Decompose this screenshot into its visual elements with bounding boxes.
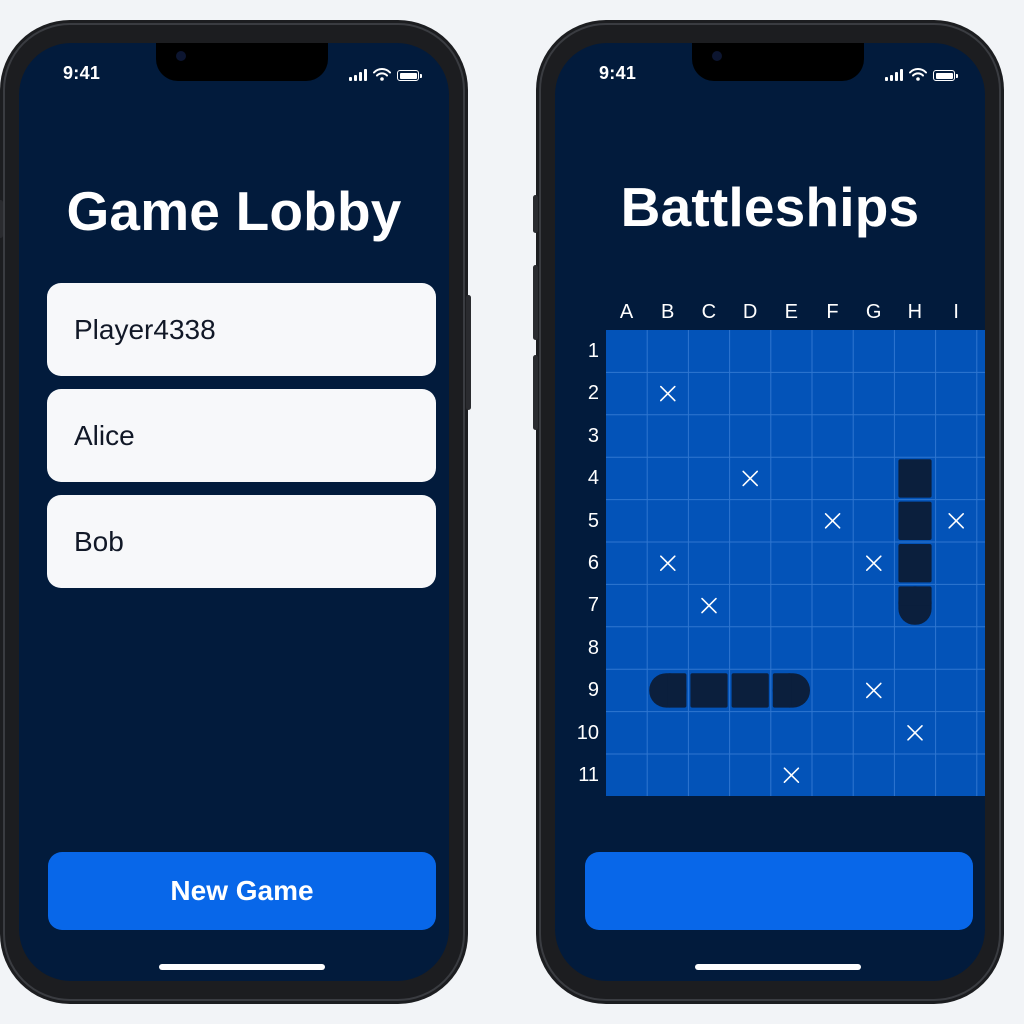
camera-dot [176, 51, 186, 61]
battery-icon [397, 70, 422, 81]
row-label: 3 [587, 424, 599, 447]
ship-segment [898, 501, 932, 540]
column-label: A [619, 301, 634, 323]
player-name: Bob [74, 525, 124, 557]
mute-switch [0, 200, 3, 238]
notch [156, 43, 328, 81]
ship-segment [772, 673, 792, 708]
power-button [466, 295, 471, 410]
column-label: J [977, 301, 985, 324]
row-label: 7 [587, 594, 599, 617]
wifi-icon [909, 68, 927, 81]
camera-dot [712, 51, 722, 61]
row-label: 2 [587, 382, 599, 405]
row-label: 11 [578, 764, 599, 786]
game-board[interactable] [606, 330, 985, 797]
home-indicator[interactable] [695, 964, 861, 970]
column-label: E [784, 301, 798, 323]
column-label: B [661, 301, 675, 323]
status-time: 9:41 [63, 63, 101, 83]
row-label: 4 [587, 467, 599, 490]
ship-segment [667, 673, 687, 708]
ship-segment [898, 459, 932, 498]
wifi-icon [373, 68, 391, 81]
action-button[interactable] [585, 852, 973, 930]
status-icons [885, 67, 958, 81]
column-label: H [907, 301, 923, 323]
row-label: 8 [587, 636, 599, 659]
ship-segment [898, 586, 932, 606]
ship-segment [731, 673, 769, 708]
row-label: 9 [587, 679, 599, 702]
ship-segment [898, 544, 932, 583]
notch [692, 43, 864, 81]
phone-frame-lobby: 9:41 Game Lobby Player4338 Alice Bob New… [0, 20, 471, 1004]
status-time: 9:41 [599, 63, 637, 83]
player-card[interactable]: Bob [47, 495, 436, 588]
ship-segment [690, 673, 728, 708]
row-label: 6 [587, 552, 599, 574]
row-label: 5 [587, 509, 599, 532]
column-label: I [953, 301, 959, 323]
cellular-signal-icon [349, 69, 367, 81]
battery-icon [933, 70, 958, 81]
player-name: Alice [74, 419, 135, 451]
player-list: Player4338 Alice Bob [47, 283, 436, 601]
player-card[interactable]: Player4338 [47, 283, 436, 376]
cellular-signal-icon [885, 69, 903, 81]
battleships-screen: 9:41 Battleships A B C D E F G H IJ 1 2 3 4 5 6 7 8 9 10 1… [555, 43, 985, 981]
page-title: Battleships [620, 176, 920, 238]
page-title: Game Lobby [66, 180, 402, 242]
mute-switch [533, 195, 538, 233]
lobby-screen: 9:41 Game Lobby Player4338 Alice Bob New… [19, 43, 449, 981]
volume-up-button [533, 265, 538, 340]
row-label: 1 [587, 340, 599, 362]
new-game-button[interactable]: New Game [48, 852, 436, 930]
row-label: 10 [576, 721, 599, 744]
home-indicator[interactable] [159, 964, 325, 970]
column-label: G [865, 301, 882, 323]
status-icons [349, 67, 422, 81]
column-label: C [701, 301, 717, 323]
player-card[interactable]: Alice [47, 389, 436, 482]
player-name: Player4338 [74, 313, 216, 345]
column-label: F [826, 301, 839, 323]
volume-down-button [533, 355, 538, 430]
phone-frame-battleships: 9:41 Battleships A B C D E F G H IJ 1 2 3 4 5 6 7 8 9 10 1… [533, 20, 1004, 1004]
column-label: D [742, 301, 758, 323]
